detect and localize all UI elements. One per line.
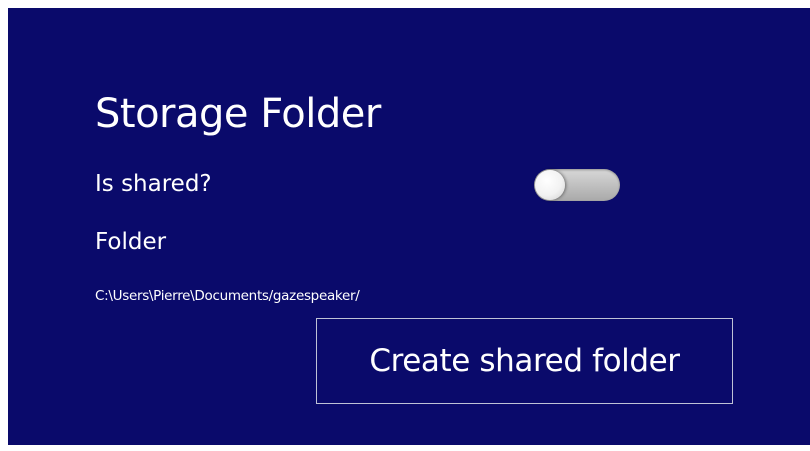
is-shared-toggle[interactable] [534,169,620,201]
folder-label: Folder [95,229,167,255]
storage-settings-panel: Storage Folder Is shared? Folder C:\User… [8,8,810,445]
create-shared-folder-button[interactable]: Create shared folder [316,318,733,404]
is-shared-label: Is shared? [95,171,212,197]
toggle-knob [535,170,565,200]
page-title: Storage Folder [95,91,381,137]
folder-path-value: C:\Users\Pierre\Documents/gazespeaker/ [95,288,360,304]
